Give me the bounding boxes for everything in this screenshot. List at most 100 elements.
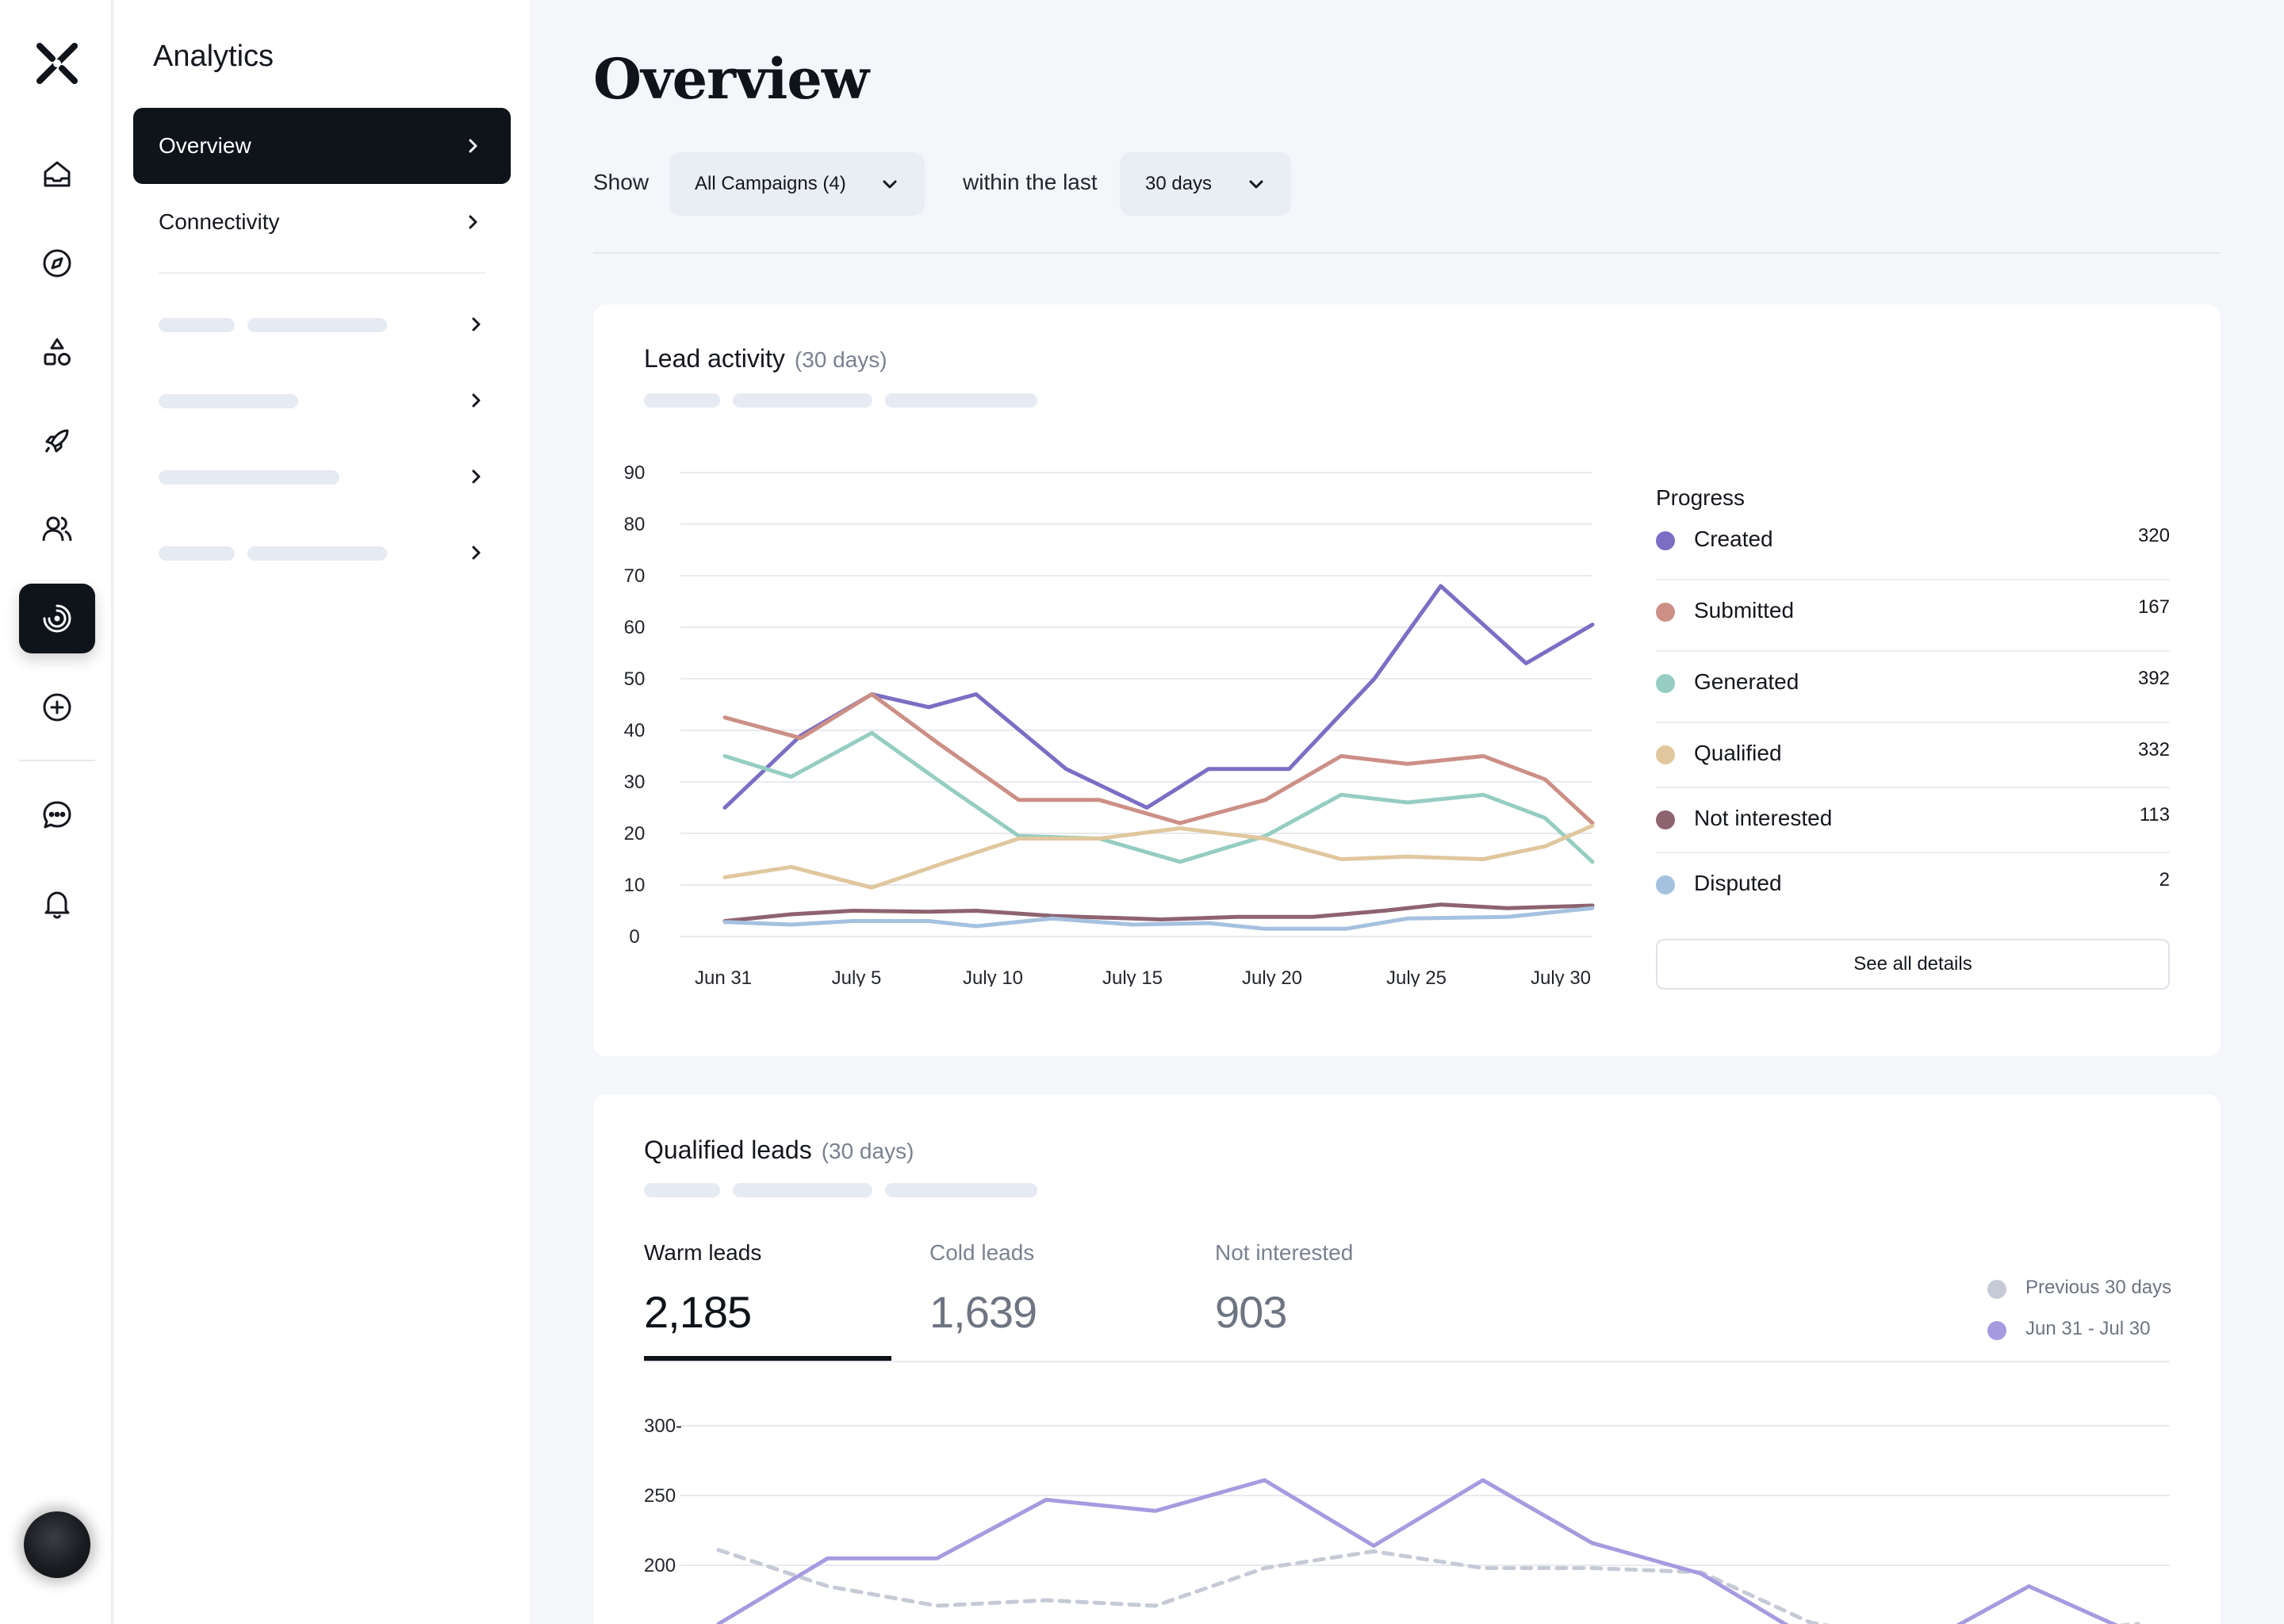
nav-home-button[interactable] <box>19 140 95 209</box>
progress-title: Progress <box>1656 485 1746 510</box>
range-select[interactable]: 30 days <box>1120 152 1291 216</box>
logo-icon[interactable] <box>32 38 82 89</box>
progress-item-disputed: Disputed 2 <box>1656 853 2170 917</box>
campaign-select-value: All Campaigns (4) <box>695 173 846 194</box>
chevron-right-icon <box>472 317 481 331</box>
nav-notifications-button[interactable] <box>19 869 95 939</box>
within-label: within the last <box>963 170 1098 194</box>
chevron-down-icon <box>883 180 897 189</box>
qualified-leads-chart: 200 250 300- <box>644 1415 2170 1624</box>
progress-value: 392 <box>2137 668 2170 689</box>
chevron-down-icon <box>1249 180 1263 189</box>
progress-label: Qualified <box>1694 741 1782 765</box>
progress-value: 332 <box>2137 739 2170 760</box>
user-avatar[interactable] <box>24 1511 90 1578</box>
y-tick-label: 20 <box>624 823 646 845</box>
chevron-right-icon <box>472 393 481 408</box>
y-tick-label: 30 <box>624 772 646 793</box>
y-tick-label: 70 <box>624 565 646 587</box>
nav-messages-button[interactable] <box>19 780 95 850</box>
nav-analytics-button[interactable] <box>19 584 95 653</box>
nav-launch-button[interactable] <box>19 406 95 476</box>
qualified-leads-card: Qualified leads (30 days) Warm leads 2,18… <box>593 1094 2221 1624</box>
x-tick-label: July 15 <box>1102 967 1163 986</box>
chevron-right-icon <box>469 215 477 229</box>
progress-value: 320 <box>2137 525 2170 546</box>
progress-item-generated: Generated 392 <box>1656 652 2170 723</box>
series-line-submitted <box>722 692 1595 825</box>
progress-item-qualified: Qualified 332 <box>1656 723 2170 788</box>
nav-explore-button[interactable] <box>19 228 95 298</box>
progress-item-submitted: Submitted 167 <box>1656 580 2170 652</box>
range-select-value: 30 days <box>1145 173 1213 194</box>
skeleton-bar <box>159 470 339 485</box>
chat-icon <box>43 801 71 829</box>
plus-circle-icon <box>43 693 71 722</box>
nav-users-button[interactable] <box>19 495 95 565</box>
x-tick-label: July 20 <box>1242 967 1302 986</box>
users-icon <box>42 516 72 542</box>
legend-dot <box>1656 745 1675 764</box>
series-line-previous-30-days <box>716 1548 2140 1624</box>
sidebar-divider <box>159 272 485 274</box>
progress-label: Created <box>1694 527 1773 551</box>
y-tick-label: 40 <box>624 720 646 741</box>
chevron-right-icon <box>469 139 477 153</box>
sidebar-item-connectivity[interactable]: Connectivity <box>133 184 511 260</box>
legend-dot <box>1656 674 1675 693</box>
y-tick-label: 250 <box>644 1485 676 1507</box>
y-tick-label: 200 <box>644 1555 676 1576</box>
analytics-sidebar: Analytics Overview Connectivity <box>114 0 530 1624</box>
x-tick-label: July 30 <box>1531 967 1591 986</box>
progress-label: Generated <box>1694 669 1799 694</box>
nav-shapes-button[interactable] <box>19 317 95 387</box>
y-tick-label: 80 <box>624 514 646 535</box>
show-label: Show <box>593 170 650 194</box>
progress-label: Disputed <box>1694 871 1782 895</box>
legend-dot <box>1656 531 1675 550</box>
icon-rail <box>0 0 113 1624</box>
sidebar-title: Analytics <box>153 40 274 73</box>
sidebar-item-placeholder[interactable] <box>159 308 492 340</box>
progress-value: 113 <box>2139 804 2170 825</box>
x-tick-label: July 25 <box>1386 967 1447 986</box>
campaign-select[interactable]: All Campaigns (4) <box>669 152 925 216</box>
series-line-jun-31-jul-30 <box>716 1478 2118 1624</box>
y-tick-label: 60 <box>624 617 646 638</box>
x-tick-label: July 10 <box>963 967 1023 986</box>
nav-add-button[interactable] <box>19 672 95 742</box>
legend-dot <box>1656 810 1675 829</box>
rail-divider <box>19 760 95 761</box>
y-tick-label: 0 <box>629 926 639 948</box>
progress-value: 167 <box>2137 596 2170 618</box>
skeleton-bar <box>159 546 235 561</box>
y-tick-label: 90 <box>624 462 646 484</box>
header-divider <box>593 252 2221 254</box>
x-tick-label: Jun 31 <box>695 967 752 986</box>
analytics-spiral-icon <box>43 604 71 633</box>
sidebar-item-placeholder[interactable] <box>159 461 492 492</box>
bell-icon <box>44 891 70 919</box>
skeleton-bar <box>159 318 235 332</box>
see-all-details-button[interactable]: See all details <box>1656 939 2170 990</box>
progress-item-created: Created 320 <box>1656 509 2170 580</box>
lead-activity-chart: 0 10 20 30 40 50 60 70 80 90 Jun 31 July 5 July 10 Ju… <box>624 462 1595 986</box>
chevron-right-icon <box>472 546 481 560</box>
progress-value: 2 <box>2159 869 2170 891</box>
skeleton-bar <box>247 546 387 561</box>
legend-dot <box>1656 603 1675 622</box>
series-line-generated <box>722 730 1595 864</box>
sidebar-item-placeholder[interactable] <box>159 385 492 416</box>
y-tick-label: 50 <box>624 668 646 690</box>
sidebar-item-label: Overview <box>159 133 251 158</box>
progress-label: Submitted <box>1694 598 1795 622</box>
page-title: Overview <box>593 46 869 112</box>
shapes-icon <box>44 338 71 366</box>
compass-icon <box>43 249 71 278</box>
home-icon <box>44 161 71 187</box>
x-tick-label: July 5 <box>832 967 882 986</box>
lead-activity-card: Lead activity (30 days) 0 10 20 30 40 50 60 70 80… <box>593 304 2221 1056</box>
sidebar-item-placeholder[interactable] <box>159 537 492 569</box>
y-tick-label: 300- <box>644 1415 682 1437</box>
sidebar-item-overview[interactable]: Overview <box>133 108 511 184</box>
